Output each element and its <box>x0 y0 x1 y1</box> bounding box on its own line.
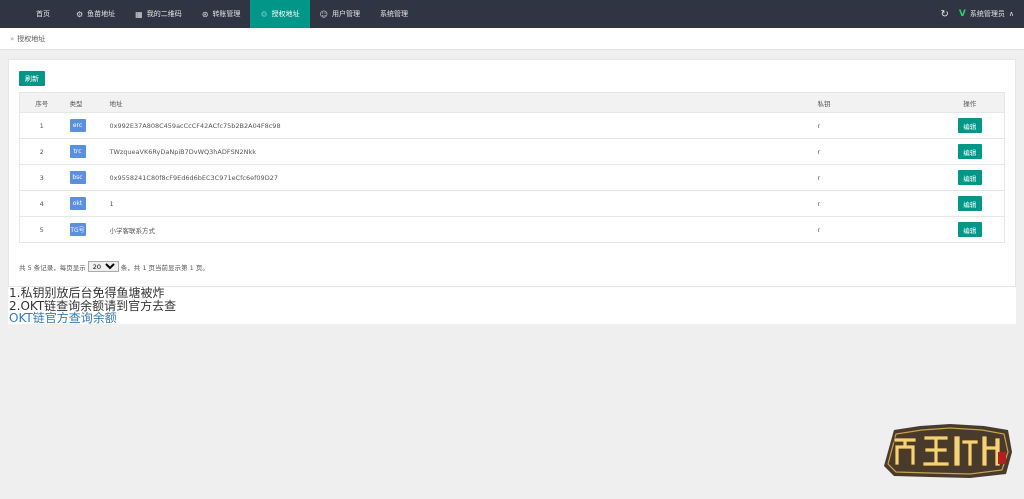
edit-button[interactable]: 编辑 <box>957 196 982 211</box>
double-chevron-icon: » <box>10 34 15 43</box>
table-row: 3 bsc 0x9558241C80f8cF9Ed6d6bEC3C971eCfc… <box>19 164 1005 191</box>
chevron-up-icon: ∧ <box>1008 10 1014 18</box>
notes-panel: 1.私钥别放后台免得鱼塘被炸 2.OKT链查询余额请到官方去查 OKT链官方查询… <box>8 287 1016 324</box>
link-icon: ⚙ <box>76 9 84 19</box>
row-address: 小学客联系方式 <box>107 216 818 243</box>
nav-fish-address-label: 鱼苗地址 <box>87 10 116 18</box>
nav-right: ↻ V 系统管理员 ∧ <box>931 0 1024 28</box>
user-icon: ☺ <box>319 9 328 19</box>
row-type-cell: trc <box>63 138 108 165</box>
edit-button[interactable]: 编辑 <box>957 170 982 185</box>
nav-user-management-label: 用户管理 <box>331 10 360 18</box>
refresh-button[interactable]: 刷新 <box>19 71 45 86</box>
row-key: r <box>817 164 936 191</box>
row-key: r <box>817 190 936 217</box>
table-header-row: 序号 类型 地址 私钥 操作 <box>19 92 1005 113</box>
type-badge: erc <box>69 119 86 132</box>
edit-button[interactable]: 编辑 <box>957 144 982 159</box>
type-badge: TG号 <box>69 223 86 236</box>
row-action-cell: 编辑 <box>935 164 1005 191</box>
refresh-icon[interactable]: ↻ <box>931 9 959 20</box>
bulb-icon: ♲ <box>260 9 268 19</box>
brand-logo <box>884 424 1012 478</box>
table-row: 5 TG号 小学客联系方式 r 编辑 <box>19 216 1005 243</box>
breadcrumb: » 授权地址 <box>0 28 1024 50</box>
row-address: 0x9558241C80f8cF9Ed6d6bEC3C971eCfc6ef09D… <box>107 164 818 191</box>
row-key: r <box>817 138 936 165</box>
v-logo-icon: V <box>958 9 966 19</box>
admin-label: 系统管理员 <box>969 10 1005 18</box>
pager-suffix: 条，共 1 页当前显示第 1 页。 <box>120 263 209 272</box>
row-type-cell: bsc <box>63 164 108 191</box>
nav-qrcode-label: 我的二维码 <box>146 10 182 18</box>
row-no: 5 <box>19 216 64 243</box>
header-action: 操作 <box>935 92 1005 113</box>
content-card: 刷新 序号 类型 地址 私钥 操作 1 erc 0x992E37A808C459… <box>8 59 1016 287</box>
type-badge: okt <box>69 197 86 210</box>
edit-button[interactable]: 编辑 <box>957 118 982 133</box>
pagination: 共 5 条记录，每页显示 20 条，共 1 页当前显示第 1 页。 <box>19 261 209 272</box>
nav-home-label: 首页 <box>36 10 50 18</box>
row-action-cell: 编辑 <box>935 138 1005 165</box>
nav-system-management-label: 系统管理 <box>379 10 408 18</box>
address-table: 序号 类型 地址 私钥 操作 1 erc 0x992E37A808C459acC… <box>19 92 1005 243</box>
nav-system-management[interactable]: 系统管理 <box>370 0 418 28</box>
table-row: 4 okt 1 r 编辑 <box>19 190 1005 217</box>
table-row: 1 erc 0x992E37A808C459acCcCF42ACfc75b2B2… <box>19 112 1005 139</box>
nav-transfer-label: 转账管理 <box>212 10 241 18</box>
row-action-cell: 编辑 <box>935 112 1005 139</box>
row-address: 1 <box>107 190 818 217</box>
nav-user-management[interactable]: ☺ 用户管理 <box>310 0 370 28</box>
note-line-2: 2.OKT链查询余额请到官方去查 <box>9 298 177 313</box>
table-row: 2 trc TWzqueaVK6RyDaNpiB7DvWQ3hADFSN2Nkk… <box>19 138 1005 165</box>
row-no: 3 <box>19 164 64 191</box>
nav-authorized-address[interactable]: ♲ 授权地址 <box>250 0 310 28</box>
row-key: r <box>817 112 936 139</box>
row-no: 2 <box>19 138 64 165</box>
nav-authorized-address-label: 授权地址 <box>271 10 300 18</box>
note-line-1: 1.私钥别放后台免得鱼塘被炸 <box>9 286 165 300</box>
row-address: TWzqueaVK6RyDaNpiB7DvWQ3hADFSN2Nkk <box>107 138 818 165</box>
okt-balance-link[interactable]: OKT链官方查询余额 <box>9 312 1016 325</box>
nav-fish-address[interactable]: ⚙ 鱼苗地址 <box>66 0 125 28</box>
nav-home[interactable]: 首页 <box>0 0 66 28</box>
header-type: 类型 <box>63 92 108 113</box>
breadcrumb-label[interactable]: 授权地址 <box>17 34 45 44</box>
row-action-cell: 编辑 <box>935 190 1005 217</box>
row-address: 0x992E37A808C459acCcCF42ACfc75b2B2A04F8c… <box>107 112 818 139</box>
row-type-cell: TG号 <box>63 216 108 243</box>
type-badge: bsc <box>69 171 86 184</box>
row-action-cell: 编辑 <box>935 216 1005 243</box>
transfer-icon: ⊛ <box>201 9 209 19</box>
row-no: 4 <box>19 190 64 217</box>
page-size-select[interactable]: 20 <box>87 261 119 272</box>
nav-transfer[interactable]: ⊛ 转账管理 <box>192 0 251 28</box>
admin-menu[interactable]: V 系统管理员 ∧ <box>959 9 1024 19</box>
row-type-cell: okt <box>63 190 108 217</box>
header-no: 序号 <box>19 92 64 113</box>
header-key: 私钥 <box>817 92 936 113</box>
top-navbar: 首页 ⚙ 鱼苗地址 ▦ 我的二维码 ⊛ 转账管理 ♲ 授权地址 ☺ 用户管理 系… <box>0 0 1024 28</box>
row-no: 1 <box>19 112 64 139</box>
nav-qrcode[interactable]: ▦ 我的二维码 <box>125 0 192 28</box>
row-key: r <box>817 216 936 243</box>
edit-button[interactable]: 编辑 <box>957 222 982 237</box>
qrcode-icon: ▦ <box>135 9 143 19</box>
header-address: 地址 <box>107 92 818 113</box>
pager-prefix: 共 5 条记录，每页显示 <box>19 263 86 272</box>
row-type-cell: erc <box>63 112 108 139</box>
type-badge: trc <box>69 145 86 158</box>
